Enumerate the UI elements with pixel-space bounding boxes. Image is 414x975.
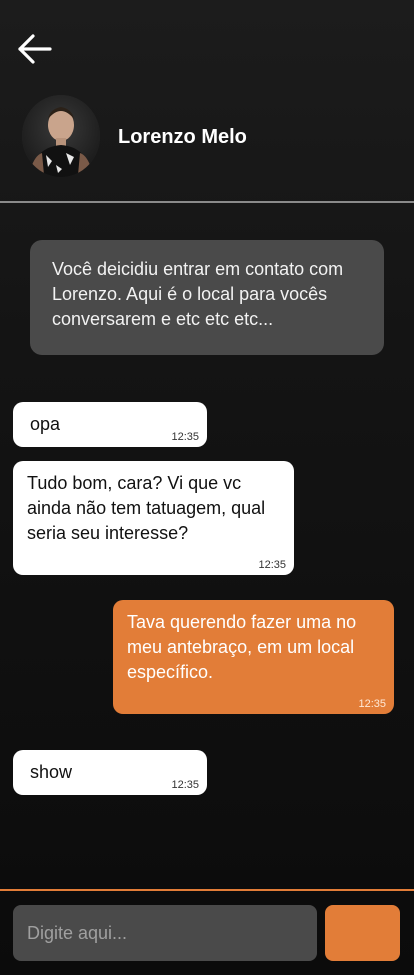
composer-divider — [0, 889, 414, 891]
send-button[interactable] — [325, 905, 400, 961]
arrow-left-icon — [18, 34, 52, 64]
message-time: 12:35 — [258, 559, 286, 571]
message-text: Tudo bom, cara? Vi que vc ainda não tem … — [27, 473, 266, 543]
avatar-image — [22, 95, 100, 177]
chat-header: Lorenzo Melo — [0, 95, 414, 181]
notice-text: Você deicidiu entrar em contato com Lore… — [52, 259, 344, 329]
back-button[interactable] — [14, 30, 56, 68]
system-notice: Você deicidiu entrar em contato com Lore… — [30, 240, 384, 355]
header-divider — [0, 201, 414, 203]
message-bubble[interactable]: opa 12:35 — [13, 402, 207, 447]
message-time: 12:35 — [171, 779, 199, 791]
message-text: Tava querendo fazer uma no meu antebraço… — [127, 612, 357, 682]
message-bubble[interactable]: Tava querendo fazer uma no meu antebraço… — [113, 600, 394, 714]
avatar[interactable] — [22, 95, 100, 177]
message-time: 12:35 — [358, 698, 386, 710]
message-input[interactable] — [13, 905, 317, 961]
contact-name: Lorenzo Melo — [118, 126, 247, 148]
message-bubble[interactable]: show 12:35 — [13, 750, 207, 795]
message-bubble[interactable]: Tudo bom, cara? Vi que vc ainda não tem … — [13, 461, 294, 575]
message-time: 12:35 — [171, 431, 199, 443]
